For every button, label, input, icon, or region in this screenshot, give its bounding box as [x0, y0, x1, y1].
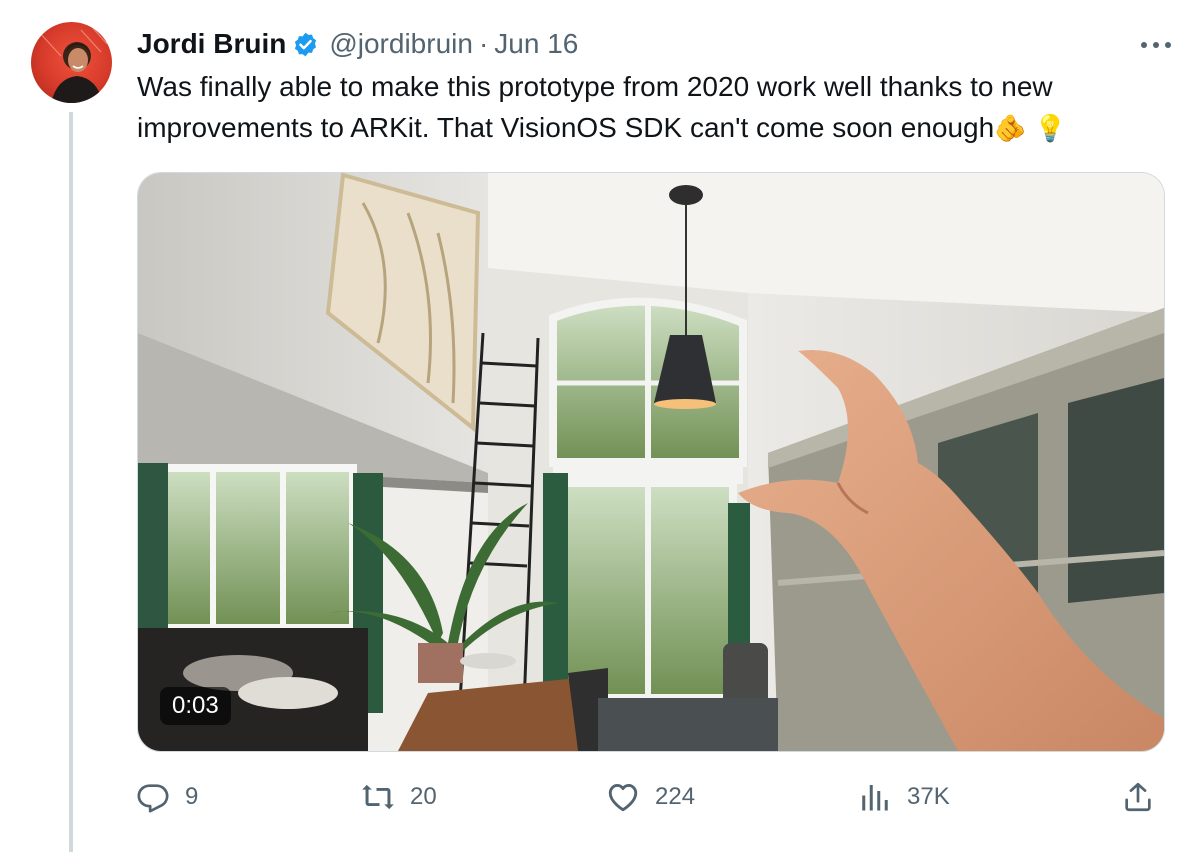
reply-icon: [135, 779, 171, 815]
tweet-date[interactable]: Jun 16: [494, 28, 578, 60]
tweet-text: Was finally able to make this prototype …: [137, 66, 1177, 149]
action-bar: 9 20 224 37K: [135, 772, 1165, 822]
repost-count: 20: [410, 783, 437, 810]
share-button[interactable]: [1120, 772, 1156, 822]
thread-line: [69, 112, 73, 852]
author-name[interactable]: Jordi Bruin: [137, 28, 286, 60]
tweet-text-line-1: Was finally able to make this prototype …: [137, 71, 1053, 102]
views-icon: [857, 779, 893, 815]
tweet-header: Jordi Bruin @jordibruin · Jun 16: [137, 24, 1168, 64]
share-icon: [1120, 779, 1156, 815]
video-time-badge: 0:03: [160, 687, 231, 725]
more-icon[interactable]: [1136, 30, 1176, 60]
repost-button[interactable]: 20: [360, 772, 437, 822]
views-button[interactable]: 37K: [857, 772, 950, 822]
avatar[interactable]: [31, 22, 112, 103]
views-count: 37K: [907, 783, 950, 810]
reply-count: 9: [185, 783, 199, 810]
heart-icon: [605, 779, 641, 815]
pointing-hand-emoji: 🫵: [994, 113, 1027, 143]
repost-icon: [360, 779, 396, 815]
tweet-text-line-2: improvements to ARKit. That VisionOS SDK…: [137, 107, 1177, 149]
tweet-text-line-2-text: improvements to ARKit. That VisionOS SDK…: [137, 112, 995, 143]
verified-badge-icon[interactable]: [292, 31, 319, 58]
like-count: 224: [655, 783, 696, 810]
video-player[interactable]: [137, 172, 1165, 752]
separator-dot: ·: [478, 28, 489, 59]
lightbulb-emoji: 💡: [1034, 113, 1067, 143]
author-handle[interactable]: @jordibruin: [329, 28, 473, 60]
like-button[interactable]: 224: [605, 772, 695, 822]
reply-button[interactable]: 9: [135, 772, 198, 822]
